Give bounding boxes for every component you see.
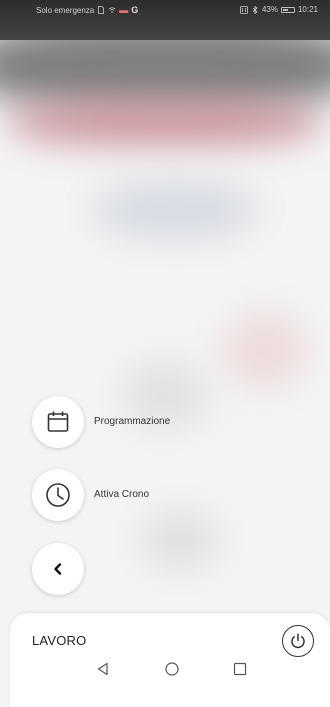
battery-percent: 43% xyxy=(261,5,278,14)
status-bar: Solo emergenza ▬ G 43% 10:21 xyxy=(0,0,330,40)
google-icon: G xyxy=(131,5,139,15)
battery-icon xyxy=(280,6,295,13)
clock-icon xyxy=(46,483,70,507)
nav-back-button[interactable] xyxy=(91,657,115,681)
nfc-icon xyxy=(240,5,248,14)
nav-home-button[interactable] xyxy=(160,657,184,681)
programmazione-label[interactable]: Programmazione xyxy=(94,416,170,427)
recents-icon xyxy=(233,662,247,676)
nav-recents-button[interactable] xyxy=(228,657,252,681)
attiva-crono-button[interactable] xyxy=(32,469,84,521)
system-nav-bar xyxy=(0,653,330,707)
back-icon xyxy=(97,662,108,676)
cake-icon: ▬ xyxy=(119,5,129,15)
attiva-crono-label[interactable]: Attiva Crono xyxy=(94,489,149,500)
blur-shape xyxy=(220,310,310,390)
status-left: Solo emergenza ▬ G xyxy=(36,5,138,15)
blur-shape xyxy=(90,180,260,240)
power-icon xyxy=(291,633,305,649)
clock-time: 10:21 xyxy=(297,5,318,14)
carrier-text: Solo emergenza xyxy=(36,5,95,15)
programmazione-button[interactable] xyxy=(32,396,84,448)
blur-shape xyxy=(10,100,320,145)
blur-shape xyxy=(140,510,220,570)
screen: Solo emergenza ▬ G 43% 10:21 Programmazi… xyxy=(0,0,330,707)
status-right: 43% 10:21 xyxy=(240,5,318,14)
sim-icon xyxy=(98,6,105,14)
calendar-icon xyxy=(47,411,69,432)
home-icon xyxy=(165,662,179,676)
sheet-title: LAVORO xyxy=(32,633,87,648)
close-menu-button[interactable] xyxy=(32,543,84,595)
blurred-background xyxy=(0,40,330,707)
bluetooth-icon xyxy=(252,5,258,14)
wifi-icon xyxy=(108,7,116,13)
chevron-left-icon xyxy=(54,563,62,575)
